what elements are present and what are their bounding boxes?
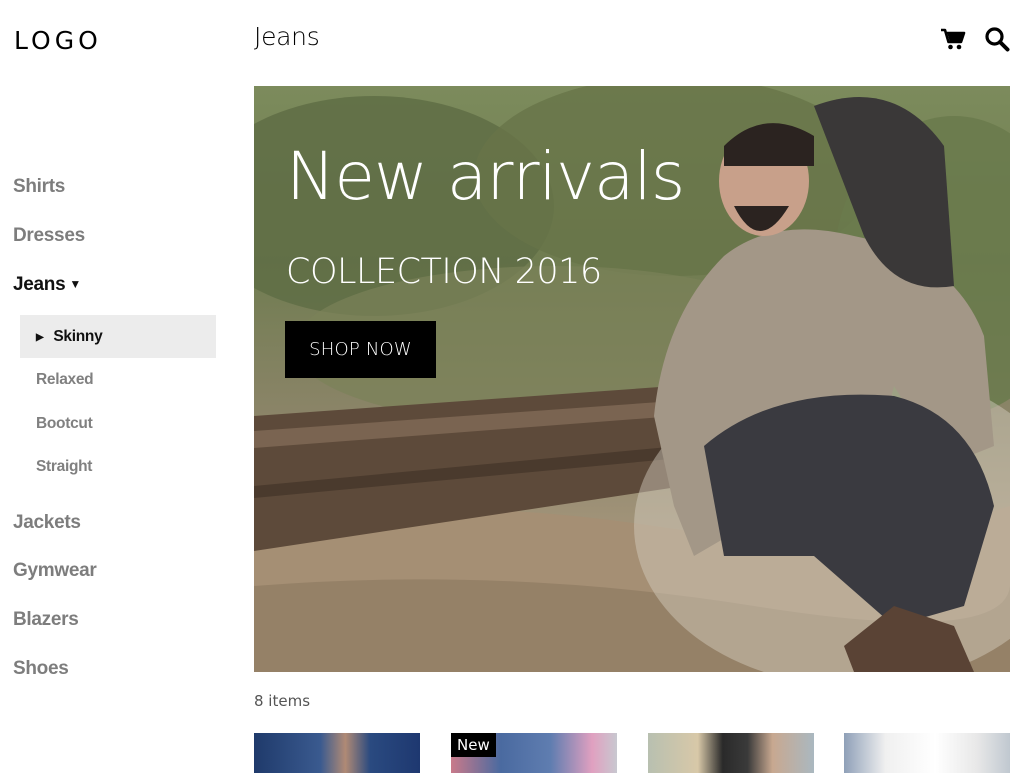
category-dresses[interactable]: Dresses: [0, 214, 230, 263]
new-badge: New: [451, 733, 496, 757]
item-count: 8 items: [254, 692, 311, 710]
product-image: [254, 733, 420, 773]
header-actions: [940, 26, 1010, 52]
category-blazers[interactable]: Blazers: [0, 598, 230, 647]
caret-right-icon: ▶: [36, 331, 44, 343]
search-icon[interactable]: [984, 26, 1010, 52]
cart-icon[interactable]: [940, 26, 966, 52]
subcategory-relaxed[interactable]: Relaxed: [20, 358, 216, 402]
product-card[interactable]: [648, 733, 814, 773]
caret-down-icon: ▼: [69, 277, 81, 292]
category-sidebar: Shirts Dresses Jeans ▼ ▶ Skinny Relaxed Bo…: [0, 165, 230, 695]
category-label: Shoes: [13, 657, 69, 679]
subcategory-straight[interactable]: Straight: [20, 445, 216, 489]
category-label: Blazers: [13, 608, 79, 630]
subcategory-label: Straight: [36, 458, 93, 476]
subcategory-label: Relaxed: [36, 371, 94, 389]
hero-banner: New arrivals COLLECTION 2016 SHOP NOW: [254, 86, 1010, 672]
hero-title: New arrivals: [286, 138, 685, 215]
category-label: Jackets: [13, 511, 81, 533]
product-card[interactable]: [254, 733, 420, 773]
subcategory-bootcut[interactable]: Bootcut: [20, 402, 216, 446]
category-gymwear[interactable]: Gymwear: [0, 549, 230, 598]
category-shirts[interactable]: Shirts: [0, 165, 230, 214]
product-card[interactable]: [844, 733, 1010, 773]
category-jackets[interactable]: Jackets: [0, 501, 230, 550]
category-shoes[interactable]: Shoes: [0, 647, 230, 696]
product-card[interactable]: New: [451, 733, 617, 773]
category-jeans[interactable]: Jeans ▼: [0, 262, 230, 311]
product-grid: New: [254, 733, 1010, 773]
category-label: Shirts: [13, 176, 66, 197]
logo[interactable]: LOGO: [14, 26, 102, 55]
category-label: Gymwear: [13, 560, 97, 582]
subcategory-label: Skinny: [53, 327, 103, 345]
page-title: Jeans: [254, 22, 320, 51]
category-label: Jeans: [13, 274, 66, 296]
shop-now-button[interactable]: SHOP NOW: [285, 321, 436, 378]
category-list-top: Shirts Dresses Jeans ▼: [0, 165, 230, 311]
jeans-subcategories: ▶ Skinny Relaxed Bootcut Straight: [20, 314, 216, 489]
category-list-bottom: Jackets Gymwear Blazers Shoes: [0, 501, 230, 695]
subcategory-label: Bootcut: [36, 414, 93, 432]
subcategory-skinny[interactable]: ▶ Skinny: [20, 314, 216, 359]
hero-subtitle: COLLECTION 2016: [286, 252, 602, 292]
product-image: [844, 733, 1010, 773]
product-image: [648, 733, 814, 773]
category-label: Dresses: [13, 224, 85, 246]
